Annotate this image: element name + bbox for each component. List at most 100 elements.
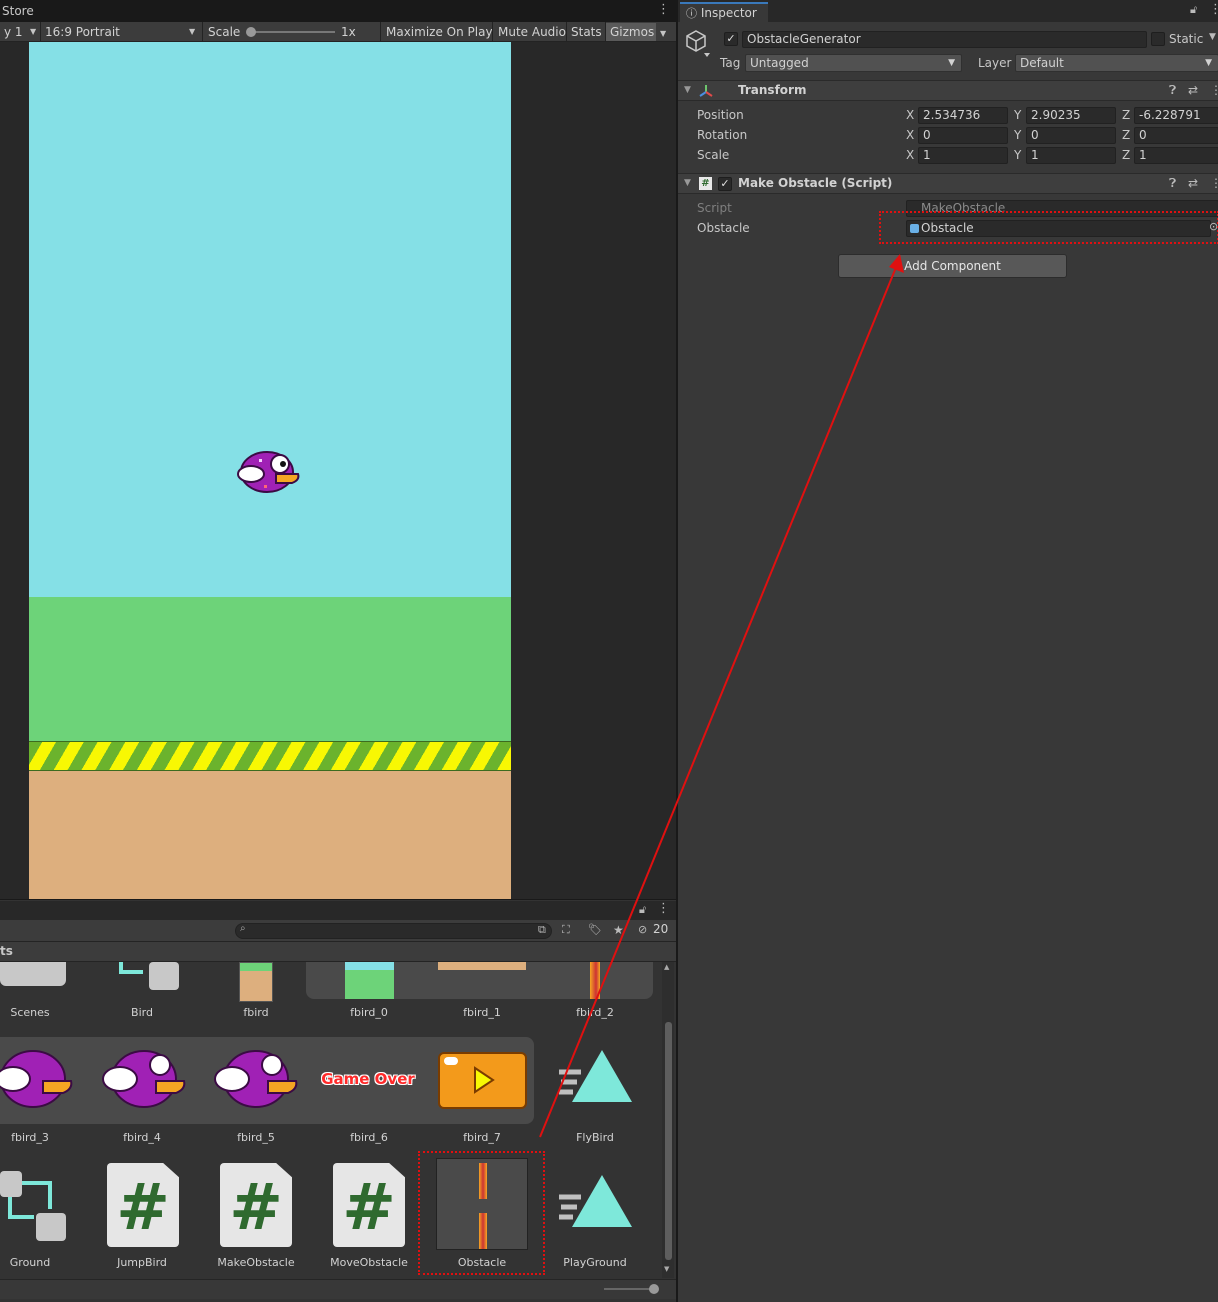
transform-header[interactable]: ▼ Transform ❓︎ ⇄ ⋮ [678,80,1218,101]
help-icon[interactable]: ❓︎ [1169,176,1176,191]
tag-label: Tag [720,56,741,70]
asset-label-flybird[interactable]: FlyBird [540,1131,650,1144]
script-icon[interactable]: # [220,1163,292,1247]
position-y-field[interactable]: 2.90235 [1026,107,1116,124]
asset-store-tab[interactable]: Store [0,2,36,22]
aspect-dropdown[interactable]: 16:9 Portrait ▼ [41,23,201,41]
stats-toggle[interactable]: Stats [567,23,606,41]
script-icon[interactable]: # [107,1163,179,1247]
asset-label-fbird[interactable]: fbird [201,1006,311,1019]
scroll-down-arrow-icon[interactable]: ▼ [664,1265,669,1273]
make-obstacle-header[interactable]: ▼ # ✓ Make Obstacle (Script) ❓︎ ⇄ ⋮ [678,173,1218,194]
asset-label-fbird_2[interactable]: fbird_2 [540,1006,650,1019]
display-dropdown[interactable]: y 1 ▼ [0,23,40,41]
breadcrumb[interactable]: ts [0,942,676,962]
scroll-up-arrow-icon[interactable]: ▲ [664,963,669,971]
axis-y-label: Y [1014,148,1022,162]
sprite-thumbnail-fbird_0[interactable] [345,962,394,999]
kebab-menu-icon[interactable]: ⋮ [657,2,670,17]
mute-audio-toggle[interactable]: Mute Audio [494,23,570,41]
scale-z-field[interactable]: 1 [1134,147,1218,164]
play-button-sprite[interactable] [438,1052,527,1109]
asset-label-playground[interactable]: PlayGround [540,1256,650,1269]
kebab-menu-icon[interactable]: ⋮ [657,901,670,916]
active-checkbox[interactable]: ✓ [724,32,738,46]
asset-scrollbar[interactable]: ▲ ▼ [662,962,674,1278]
object-name-field[interactable]: ObstacleGenerator [742,31,1147,48]
preset-icon[interactable]: ⇄ [1188,176,1198,190]
asset-label-fbird_4[interactable]: fbird_4 [87,1131,197,1144]
sprite-thumbnail-fbird_2[interactable] [590,962,600,999]
scale-x-field[interactable]: 1 [918,147,1008,164]
asset-label-moveobstacle[interactable]: MoveObstacle [314,1256,424,1269]
gameobject-cube-icon[interactable] [684,28,710,58]
scrollbar-thumb[interactable] [665,1022,672,1260]
bird-sprite-fbird_5[interactable] [214,1047,300,1111]
kebab-menu-icon[interactable]: ⋮ [1210,176,1218,190]
gizmos-toggle[interactable]: Gizmos [606,23,656,41]
gizmos-dropdown[interactable]: ▼ [656,23,676,41]
animation-clip-icon[interactable] [557,1175,633,1231]
separator [202,22,203,42]
prefab-variant-icon[interactable] [0,1169,70,1245]
kebab-menu-icon[interactable]: ⋮ [1209,2,1218,17]
static-dropdown-arrow[interactable]: ▼ [1209,32,1216,42]
help-icon[interactable]: ❓︎ [1169,83,1176,98]
sprite-thumbnail-fbird_1[interactable] [438,962,526,970]
component-enabled-checkbox[interactable]: ✓ [718,177,732,191]
asset-label-jumpbird[interactable]: JumpBird [87,1256,197,1269]
game-canvas[interactable] [29,42,511,899]
position-z-field[interactable]: -6.228791 [1134,107,1218,124]
icon-size-slider-track[interactable] [604,1288,654,1290]
asset-label-bird[interactable]: Bird [87,1006,197,1019]
asset-label-fbird_7[interactable]: fbird_7 [427,1131,537,1144]
eye-hidden-icon[interactable]: ⊘ [638,923,647,936]
maximize-on-play-toggle[interactable]: Maximize On Play [382,23,497,41]
star-icon[interactable]: ★ [613,923,624,937]
scale-value: 1x [341,25,356,39]
search-input[interactable]: ⌕ [235,923,552,939]
bird-sprite-fbird_4[interactable] [102,1047,188,1111]
scale-slider-handle[interactable] [246,27,256,37]
asset-label-scenes[interactable]: Scenes [0,1006,85,1019]
foldout-arrow-icon[interactable]: ▼ [684,85,691,95]
folder-icon[interactable] [0,962,66,986]
asset-label-fbird_5[interactable]: fbird_5 [201,1131,311,1144]
search-by-type-icon[interactable]: ⧉ [538,923,546,937]
asset-label-ground[interactable]: Ground [0,1256,85,1269]
lock-icon[interactable]: 🔓︎ [639,903,646,917]
rotation-z-field[interactable]: 0 [1134,127,1218,144]
preset-icon[interactable]: ⇄ [1188,83,1198,97]
scale-label: Scale [697,148,730,162]
icon-size-slider-handle[interactable] [649,1284,659,1294]
kebab-menu-icon[interactable]: ⋮ [1210,83,1218,97]
static-checkbox[interactable] [1151,32,1165,46]
scale-slider-track[interactable] [250,31,335,33]
game-over-sprite[interactable]: Game Over [318,1070,418,1088]
script-icon[interactable]: # [333,1163,405,1247]
add-component-button[interactable]: Add Component [838,254,1067,278]
axis-z-label: Z [1122,108,1131,122]
foldout-arrow-icon[interactable]: ▼ [684,178,691,188]
rotation-x-field[interactable]: 0 [918,127,1008,144]
script-icon: # [699,177,712,190]
animation-clip-icon[interactable] [557,1050,633,1106]
asset-label-fbird_3[interactable]: fbird_3 [0,1131,85,1144]
filter-icon[interactable]: ⛶ [562,923,570,937]
asset-label-fbird_6[interactable]: fbird_6 [314,1131,424,1144]
bird-sprite-fbird_3[interactable] [0,1047,75,1111]
asset-label-fbird_0[interactable]: fbird_0 [314,1006,424,1019]
scale-y-field[interactable]: 1 [1026,147,1116,164]
inspector-tab[interactable]: ⓘ Inspector [680,2,768,22]
tag-icon[interactable]: 🏷︎ [588,923,602,936]
rotation-y-field[interactable]: 0 [1026,127,1116,144]
asset-grid: Scenes Bird fbird fbird_0 fbird_1 fbird_… [0,962,660,1278]
asset-label-fbird_1[interactable]: fbird_1 [427,1006,537,1019]
layer-dropdown[interactable]: Default ▼ [1015,54,1218,72]
lock-icon[interactable]: 🔓︎ [1190,3,1197,17]
position-x-field[interactable]: 2.534736 [918,107,1008,124]
sprite-thumbnail-fbird[interactable] [239,962,273,1002]
tag-dropdown[interactable]: Untagged ▼ [745,54,962,72]
prefab-variant-icon[interactable] [113,962,183,994]
asset-label-makeobstacle[interactable]: MakeObstacle [201,1256,311,1269]
